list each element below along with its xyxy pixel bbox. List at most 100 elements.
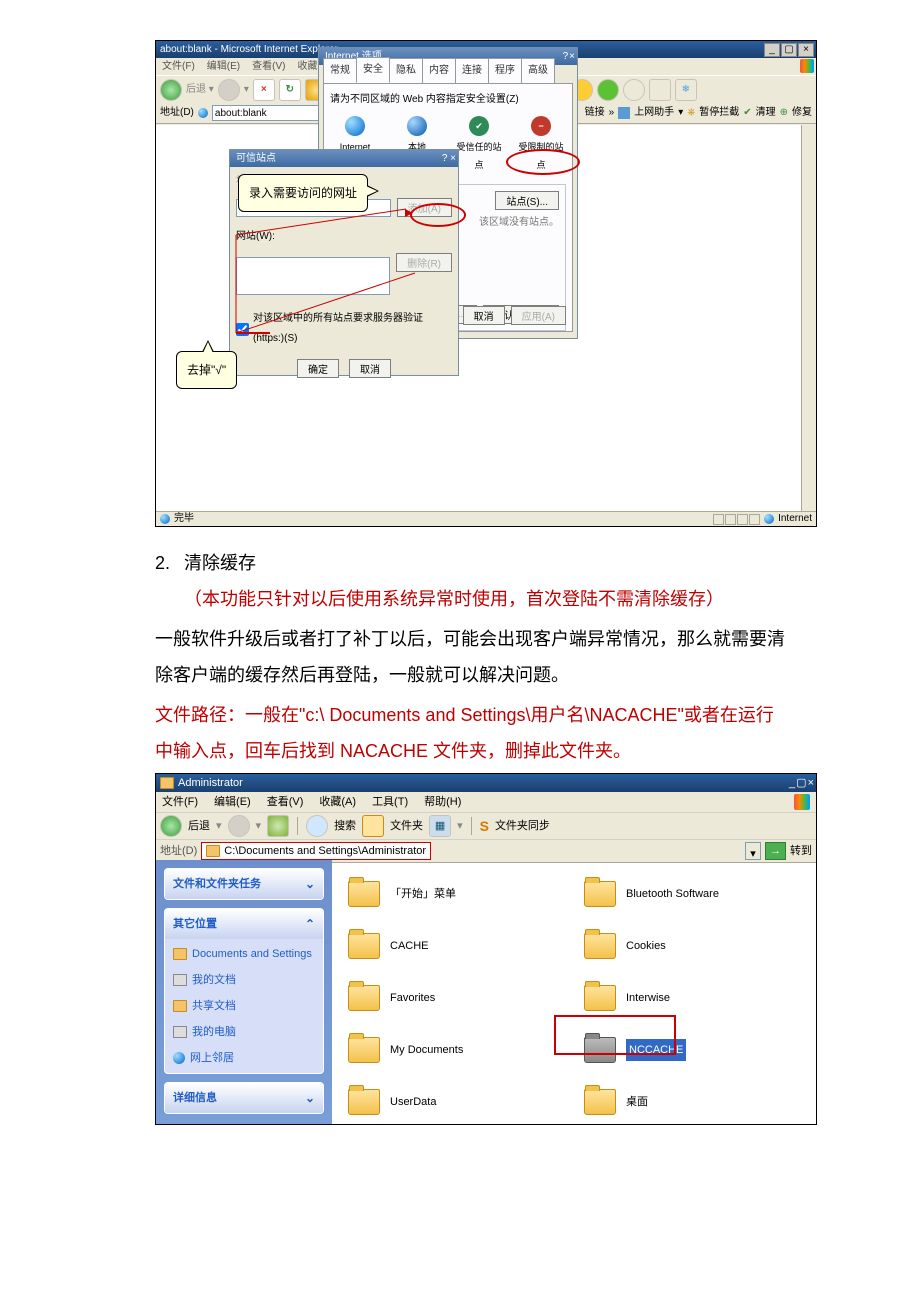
ts-ok-button[interactable]: 确定 <box>297 359 339 378</box>
panel-details: 详细信息 ⌄ <box>164 1082 324 1114</box>
ex-search-icon[interactable] <box>306 815 328 837</box>
links-label[interactable]: 链接 <box>585 103 605 123</box>
tab-general[interactable]: 常规 <box>323 58 357 83</box>
check-icon: ✔ <box>469 116 489 136</box>
windows-flag-icon <box>800 59 814 73</box>
page-icon <box>198 108 208 118</box>
tab-conn[interactable]: 连接 <box>455 58 489 83</box>
menu-view[interactable]: 查看(V) <box>252 57 285 77</box>
ext4-button[interactable] <box>649 79 671 101</box>
https-checkbox[interactable] <box>236 323 249 336</box>
ext3-button[interactable] <box>623 79 645 101</box>
ex-back-button[interactable] <box>160 815 182 837</box>
annotation-oval-add <box>410 203 466 227</box>
ex-menu-tools[interactable]: 工具(T) <box>372 791 408 813</box>
ex-menu-help[interactable]: 帮助(H) <box>424 791 461 813</box>
ex-windows-flag-icon <box>794 794 810 810</box>
delete-button[interactable]: 删除(R) <box>396 253 452 272</box>
dialog-close-icon[interactable]: × <box>569 47 575 67</box>
section-title: 清除缓存 <box>184 553 256 573</box>
ex-go-button[interactable]: → <box>765 842 786 860</box>
minimize-icon[interactable]: _ <box>764 43 780 57</box>
ex-close-icon[interactable]: × <box>808 772 814 794</box>
menu-file[interactable]: 文件(F) <box>162 57 195 77</box>
paragraph-1: 一般软件升级后或者打了补丁以后，可能会出现客户端异常情况，那么就需要清除客户端的… <box>155 621 790 693</box>
zone-trusted[interactable]: ✔受信任的站点 <box>455 116 503 174</box>
folder-bluetooth[interactable]: Bluetooth Software <box>584 870 800 918</box>
folder-favorites[interactable]: Favorites <box>348 974 564 1022</box>
menu-edit[interactable]: 编辑(E) <box>207 57 240 77</box>
panel-places-title: 其它位置 <box>173 913 217 935</box>
ex-folders-icon[interactable] <box>362 815 384 837</box>
status-bar: 完毕 Internet <box>156 511 816 526</box>
callout-url: 录入需要访问的网址 <box>238 174 368 212</box>
close-icon[interactable]: × <box>798 43 814 57</box>
intranet-icon <box>407 116 427 136</box>
ex-folders-label[interactable]: 文件夹 <box>390 815 423 837</box>
folder-userdata[interactable]: UserData <box>348 1078 564 1126</box>
repair-label[interactable]: 修复 <box>792 103 812 123</box>
options-cancel-button[interactable]: 取消 <box>463 306 505 325</box>
place-shared[interactable]: 共享文档 <box>173 995 315 1017</box>
ex-menu-file[interactable]: 文件(F) <box>162 791 198 813</box>
ex-sync-label[interactable]: 文件夹同步 <box>495 815 550 837</box>
folder-mydocs[interactable]: My Documents <box>348 1026 564 1074</box>
clean-label[interactable]: 清理 <box>756 103 776 123</box>
address-label: 地址(D) <box>160 103 194 123</box>
place-docs[interactable]: Documents and Settings <box>173 943 315 965</box>
sites-button[interactable]: 站点(S)... <box>495 191 559 210</box>
refresh-button[interactable]: ↻ <box>279 79 301 101</box>
ts-close-icon[interactable]: × <box>450 153 456 164</box>
status-page-icon <box>160 514 170 524</box>
folder-cache[interactable]: CACHE <box>348 922 564 970</box>
panel-tasks-title: 文件和文件夹任务 <box>173 873 261 895</box>
place-network[interactable]: 网上邻居 <box>173 1047 315 1069</box>
ex-maximize-icon[interactable]: ▢ <box>796 772 806 794</box>
tasks-pane: 文件和文件夹任务 ⌄ 其它位置 ⌃ Documents and Settings… <box>156 860 332 1124</box>
ex-menu-view[interactable]: 查看(V) <box>267 791 304 813</box>
ex-views-icon[interactable]: ▦ <box>429 815 451 837</box>
ex-menu-fav[interactable]: 收藏(A) <box>319 791 356 813</box>
globe-icon <box>345 116 365 136</box>
ex-addr-dropdown[interactable]: ▾ <box>745 842 761 860</box>
ts-help-icon[interactable]: ? <box>442 153 448 164</box>
ts-cancel-button[interactable]: 取消 <box>349 359 391 378</box>
details-collapse-icon[interactable]: ⌄ <box>305 1086 315 1110</box>
ex-forward-button[interactable] <box>228 815 250 837</box>
ex-toolbar: 后退▾ ▾ 搜索 文件夹 ▦▾ S 文件夹同步 <box>156 813 816 840</box>
paragraph-2: 文件路径：一般在"c:\ Documents and Settings\用户名\… <box>155 697 790 769</box>
ex-up-button[interactable] <box>267 815 289 837</box>
tab-content[interactable]: 内容 <box>422 58 456 83</box>
folder-desktop[interactable]: 桌面 <box>584 1078 800 1126</box>
ex-search-label[interactable]: 搜索 <box>334 815 356 837</box>
expand-icon[interactable]: ⌃ <box>305 912 315 936</box>
helper-label[interactable]: 上网助手 <box>634 103 674 123</box>
ex-menu-edit[interactable]: 编辑(E) <box>214 791 251 813</box>
ext5-button[interactable]: ❄ <box>675 79 697 101</box>
folder-cookies[interactable]: Cookies <box>584 922 800 970</box>
tab-privacy[interactable]: 隐私 <box>389 58 423 83</box>
tab-security[interactable]: 安全 <box>356 57 390 83</box>
folder-grid: 「开始」菜单 Bluetooth Software CACHE Cookies … <box>332 860 816 1124</box>
ext2-button[interactable] <box>597 79 619 101</box>
panel-places: 其它位置 ⌃ Documents and Settings 我的文档 共享文档 … <box>164 908 324 1074</box>
scrollbar[interactable] <box>801 125 816 512</box>
tab-advanced[interactable]: 高级 <box>521 58 555 83</box>
dialog-help-icon[interactable]: ? <box>563 47 569 67</box>
place-computer[interactable]: 我的电脑 <box>173 1021 315 1043</box>
tab-programs[interactable]: 程序 <box>488 58 522 83</box>
options-apply-button[interactable]: 应用(A) <box>511 306 566 325</box>
forward-button[interactable] <box>218 79 240 101</box>
block-label[interactable]: 暂停拦截 <box>699 103 739 123</box>
site-list[interactable] <box>236 257 390 295</box>
place-mydocs[interactable]: 我的文档 <box>173 969 315 991</box>
ex-back-label: 后退 <box>188 815 210 837</box>
ex-path-text[interactable]: C:\Documents and Settings\Administrator <box>224 840 426 862</box>
annotation-arrowhead <box>405 209 413 217</box>
maximize-icon[interactable]: ▢ <box>781 43 797 57</box>
folder-start[interactable]: 「开始」菜单 <box>348 870 564 918</box>
collapse-icon[interactable]: ⌄ <box>305 872 315 896</box>
ex-minimize-icon[interactable]: _ <box>789 772 795 794</box>
stop-button[interactable]: × <box>253 79 275 101</box>
back-button[interactable] <box>160 79 182 101</box>
